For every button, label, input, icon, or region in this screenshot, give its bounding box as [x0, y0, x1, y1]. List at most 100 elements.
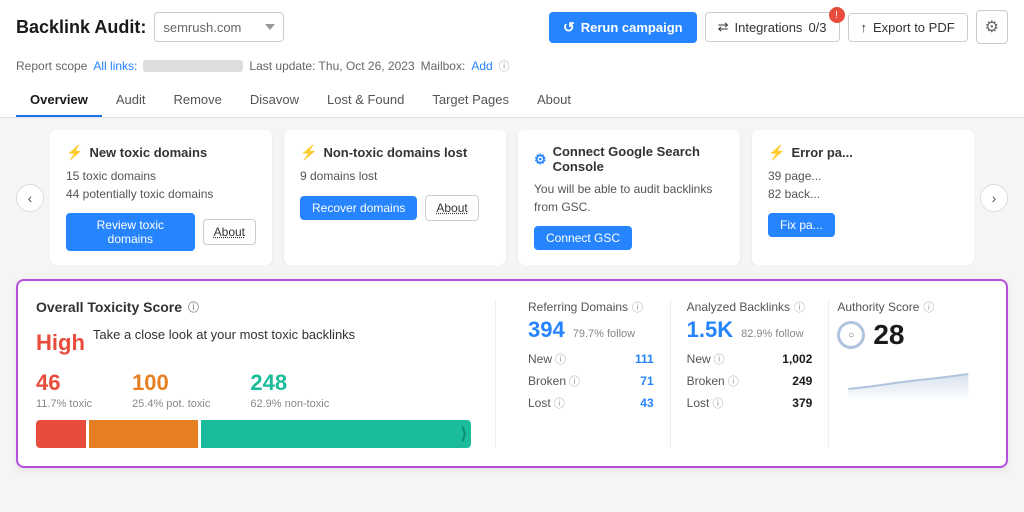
- alert-card-toxic: ⚡ New toxic domains 15 toxic domains 44 …: [50, 130, 272, 265]
- alert-cards-wrapper: ‹ ⚡ New toxic domains 15 toxic domains 4…: [16, 130, 1008, 265]
- toxicity-bar: [36, 420, 471, 448]
- rd-broken-row: Broken ⓘ 71: [528, 373, 654, 389]
- tab-overview[interactable]: Overview: [16, 84, 102, 117]
- score-label-orange: 25.4% pot. toxic: [132, 398, 210, 410]
- score-val-orange: 100: [132, 370, 210, 396]
- tab-remove[interactable]: Remove: [159, 84, 235, 117]
- authority-mini-chart: [837, 359, 980, 399]
- alert-card-title: ⚡ New toxic domains: [66, 144, 256, 161]
- authority-score-value-row: ○ 28: [837, 319, 980, 351]
- alert-body-2: 9 domains lost: [300, 167, 490, 185]
- rd-new-row: New ⓘ 111: [528, 351, 654, 367]
- score-label-teal: 62.9% non-toxic: [250, 398, 329, 410]
- analyzed-backlinks-col: Analyzed Backlinks ⓘ 1.5K 82.9% follow N…: [671, 299, 830, 448]
- rd-lost-label: Lost ⓘ: [528, 395, 565, 411]
- ab-broken-val: 249: [792, 374, 812, 388]
- analyzed-backlinks-info: ⓘ: [794, 299, 805, 315]
- integrations-count: 0/3: [808, 20, 826, 35]
- domain-select[interactable]: semrush.com: [154, 12, 284, 42]
- add-mailbox-link[interactable]: Add: [471, 59, 492, 73]
- score-val-red: 46: [36, 370, 92, 396]
- review-toxic-button[interactable]: Review toxic domains: [66, 213, 195, 251]
- export-label: Export to PDF: [873, 20, 955, 35]
- alert-line2-3: from GSC.: [534, 198, 724, 216]
- connect-gsc-button[interactable]: Connect GSC: [534, 226, 632, 250]
- integrations-icon: ⇄: [718, 19, 729, 35]
- score-label-red: 11.7% toxic: [36, 398, 92, 410]
- tab-lost-found[interactable]: Lost & Found: [313, 84, 418, 117]
- referring-domains-info: ⓘ: [632, 299, 643, 315]
- alert-line2-4: 82 back...: [768, 185, 958, 203]
- next-arrow[interactable]: ›: [980, 184, 1008, 212]
- toxicity-section: Overall Toxicity Score ⓘ High Take a clo…: [36, 299, 496, 448]
- alert-title-4: Error pa...: [791, 145, 852, 160]
- stats-section: Referring Domains ⓘ 394 79.7% follow New…: [496, 299, 988, 448]
- recover-domains-button[interactable]: Recover domains: [300, 196, 417, 220]
- bar-teal: [201, 420, 471, 448]
- tab-disavow[interactable]: Disavow: [236, 84, 313, 117]
- gear-icon-blue: ⚙: [534, 151, 547, 168]
- tab-audit[interactable]: Audit: [102, 84, 160, 117]
- rd-broken-label: Broken ⓘ: [528, 373, 580, 389]
- title-area: Backlink Audit: semrush.com: [16, 12, 284, 42]
- export-icon: ↑: [861, 20, 868, 35]
- about-button-1[interactable]: About: [203, 219, 256, 245]
- alert-body-4: 39 page... 82 back...: [768, 167, 958, 203]
- top-bar: Backlink Audit: semrush.com ↺ Rerun camp…: [0, 0, 1024, 118]
- alert-card-lost: ⚡ Non-toxic domains lost 9 domains lost …: [284, 130, 506, 265]
- tab-about[interactable]: About: [523, 84, 585, 117]
- alert-card-gsc: ⚙ Connect Google Search Console You will…: [518, 130, 740, 265]
- rd-new-val: 111: [635, 352, 654, 366]
- authority-score-info: ⓘ: [923, 299, 934, 315]
- score-item-teal: 248 62.9% non-toxic: [250, 370, 329, 410]
- ab-lost-row: Lost ⓘ 379: [687, 395, 813, 411]
- mailbox-info-icon: ⓘ: [499, 58, 510, 74]
- ab-broken-label: Broken ⓘ: [687, 373, 739, 389]
- top-row: Backlink Audit: semrush.com ↺ Rerun camp…: [16, 10, 1008, 44]
- analyzed-backlinks-rows: New ⓘ 1,002 Broken ⓘ 249 Lost ⓘ 379: [687, 351, 813, 411]
- rerun-button[interactable]: ↺ Rerun campaign: [549, 12, 697, 43]
- toxicity-title: Overall Toxicity Score ⓘ: [36, 299, 471, 315]
- prev-arrow[interactable]: ‹: [16, 184, 44, 212]
- rd-broken-info: ⓘ: [569, 373, 580, 389]
- ab-lost-info: ⓘ: [712, 395, 723, 411]
- alert-card-title-3: ⚙ Connect Google Search Console: [534, 144, 724, 174]
- ab-new-val: 1,002: [782, 352, 812, 366]
- score-item-orange: 100 25.4% pot. toxic: [132, 370, 210, 410]
- score-item-red: 46 11.7% toxic: [36, 370, 92, 410]
- ab-lost-val: 379: [792, 396, 812, 410]
- integrations-badge: !: [829, 7, 845, 23]
- rd-new-info: ⓘ: [555, 351, 566, 367]
- about-button-2[interactable]: About: [425, 195, 478, 221]
- top-actions: ↺ Rerun campaign ⇄ Integrations 0/3 ! ↑ …: [549, 10, 1008, 44]
- alert-actions-3: Connect GSC: [534, 226, 724, 250]
- ab-broken-row: Broken ⓘ 249: [687, 373, 813, 389]
- alert-line2-1: 44 potentially toxic domains: [66, 185, 256, 203]
- last-update-text: Last update: Thu, Oct 26, 2023: [249, 59, 414, 73]
- tab-target-pages[interactable]: Target Pages: [418, 84, 523, 117]
- referring-domains-follow: 79.7% follow: [573, 328, 635, 340]
- rd-lost-row: Lost ⓘ 43: [528, 395, 654, 411]
- analyzed-backlinks-label: Analyzed Backlinks: [687, 300, 790, 314]
- report-scope-bar: Report scope All links: Last update: Thu…: [16, 52, 1008, 80]
- ab-new-row: New ⓘ 1,002: [687, 351, 813, 367]
- authority-score-col: Authority Score ⓘ ○ 28: [829, 299, 988, 448]
- rd-broken-val: 71: [640, 374, 653, 388]
- score-numbers: 46 11.7% toxic 100 25.4% pot. toxic 248 …: [36, 370, 471, 410]
- domain-blur-box: [143, 60, 243, 72]
- all-links-link[interactable]: All links:: [93, 59, 137, 73]
- fix-pages-button[interactable]: Fix pa...: [768, 213, 835, 237]
- rerun-icon: ↺: [563, 19, 575, 36]
- alert-title-3: Connect Google Search Console: [553, 144, 724, 174]
- alert-body-1: 15 toxic domains 44 potentially toxic do…: [66, 167, 256, 203]
- settings-button[interactable]: ⚙: [976, 10, 1008, 44]
- toxicity-level-row: High Take a close look at your most toxi…: [36, 327, 471, 358]
- export-button[interactable]: ↑ Export to PDF: [848, 13, 968, 42]
- bolt-icon-4: ⚡: [768, 144, 785, 161]
- alert-actions-1: Review toxic domains About: [66, 213, 256, 251]
- overview-widget: Overall Toxicity Score ⓘ High Take a clo…: [16, 279, 1008, 468]
- alert-card-title-4: ⚡ Error pa...: [768, 144, 958, 161]
- bolt-icon-2: ⚡: [300, 144, 317, 161]
- integrations-button[interactable]: ⇄ Integrations 0/3 !: [705, 12, 840, 42]
- referring-domains-col: Referring Domains ⓘ 394 79.7% follow New…: [512, 299, 671, 448]
